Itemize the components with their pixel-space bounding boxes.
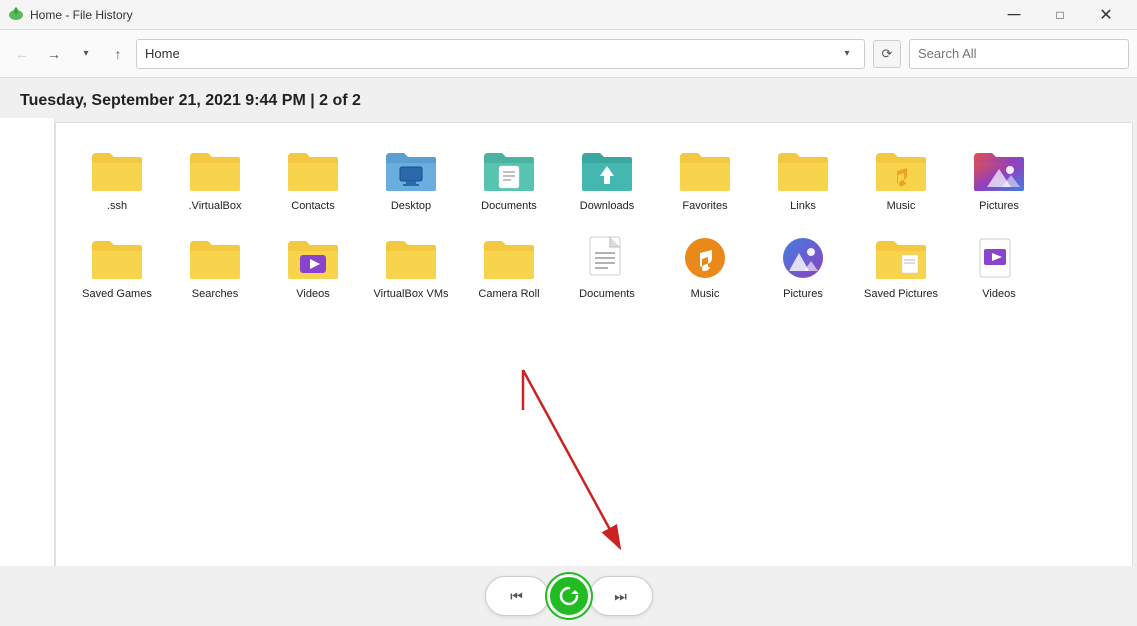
playback-controls: ⏮: [485, 576, 549, 616]
date-heading-text: Tuesday, September 21, 2021 9:44 PM | 2 …: [20, 92, 361, 109]
file-name: Links: [790, 199, 816, 213]
file-name: Saved Pictures: [864, 287, 938, 301]
list-item[interactable]: .ssh: [72, 139, 162, 219]
address-dropdown-button[interactable]: ▾: [838, 45, 856, 63]
file-name: Favorites: [682, 199, 727, 213]
list-item[interactable]: Camera Roll: [464, 227, 554, 307]
folder-camera-icon: [479, 233, 539, 283]
list-item[interactable]: Documents: [464, 139, 554, 219]
restore-button[interactable]: [547, 574, 591, 618]
back-button[interactable]: ←: [8, 40, 36, 68]
file-name: Pictures: [979, 199, 1019, 213]
list-item[interactable]: Contacts: [268, 139, 358, 219]
next-button[interactable]: ⏭: [606, 581, 636, 611]
file-name: Downloads: [580, 199, 634, 213]
file-name: Contacts: [291, 199, 334, 213]
file-name: Documents: [481, 199, 537, 213]
close-button[interactable]: ✕: [1083, 0, 1129, 30]
recent-locations-button[interactable]: ▾: [72, 40, 100, 68]
list-item[interactable]: VirtualBox VMs: [366, 227, 456, 307]
file-music-icon: [675, 233, 735, 283]
list-item[interactable]: Searches: [170, 227, 260, 307]
file-name: .VirtualBox: [189, 199, 242, 213]
folder-documents-icon: [479, 145, 539, 195]
list-item[interactable]: Downloads: [562, 139, 652, 219]
file-name: Music: [887, 199, 916, 213]
minimize-button[interactable]: ─: [991, 0, 1037, 30]
prev-button[interactable]: ⏮: [502, 581, 532, 611]
file-name: Desktop: [391, 199, 431, 213]
maximize-button[interactable]: □: [1037, 0, 1083, 30]
folder-icon: [381, 233, 441, 283]
file-name: Documents: [579, 287, 635, 301]
file-pictures-icon: [773, 233, 833, 283]
file-videos-icon: [969, 233, 1029, 283]
date-heading: Tuesday, September 21, 2021 9:44 PM | 2 …: [0, 78, 1137, 118]
forward-button[interactable]: →: [40, 40, 68, 68]
search-input[interactable]: [909, 39, 1129, 69]
sidebar: [0, 118, 55, 626]
folder-saved-pictures-icon: [871, 233, 931, 283]
refresh-button[interactable]: ⟳: [873, 40, 901, 68]
folder-pictures-icon: [969, 145, 1029, 195]
up-button[interactable]: ↑: [104, 40, 132, 68]
file-grid: .ssh .VirtualBox: [72, 139, 1116, 308]
playback-controls-right: ⏭: [589, 576, 653, 616]
file-name: Music: [691, 287, 720, 301]
folder-icon: [773, 145, 833, 195]
file-name: Camera Roll: [478, 287, 539, 301]
page-wrapper: Home - File History ─ □ ✕ ← → ▾ ↑ Home ▾…: [0, 0, 1137, 626]
file-name: Videos: [982, 287, 1015, 301]
app-icon: [8, 5, 24, 24]
address-text: Home: [145, 46, 838, 61]
file-name: Videos: [296, 287, 329, 301]
file-name: VirtualBox VMs: [374, 287, 449, 301]
playback-bar: ⏮ ⏭: [0, 566, 1137, 626]
list-item[interactable]: Pictures: [954, 139, 1044, 219]
file-name: Searches: [192, 287, 238, 301]
folder-icon: [87, 233, 147, 283]
folder-videos-icon: [283, 233, 343, 283]
file-name: .ssh: [107, 199, 127, 213]
folder-icon: [185, 233, 245, 283]
content-area: Tuesday, September 21, 2021 9:44 PM | 2 …: [0, 78, 1137, 626]
nav-bar: ← → ▾ ↑ Home ▾ ⟳: [0, 30, 1137, 78]
folder-icon: [283, 145, 343, 195]
file-name: Saved Games: [82, 287, 152, 301]
main-flex: .ssh .VirtualBox: [0, 118, 1137, 626]
folder-icon: [675, 145, 735, 195]
title-bar-text: Home - File History: [30, 8, 133, 22]
list-item[interactable]: Music: [856, 139, 946, 219]
folder-downloads-icon: [577, 145, 637, 195]
folder-icon: [87, 145, 147, 195]
folder-icon: [185, 145, 245, 195]
list-item[interactable]: .VirtualBox: [170, 139, 260, 219]
list-item[interactable]: Music: [660, 227, 750, 307]
file-view[interactable]: .ssh .VirtualBox: [55, 122, 1133, 622]
file-documents-icon: [577, 233, 637, 283]
list-item[interactable]: Links: [758, 139, 848, 219]
list-item[interactable]: Videos: [268, 227, 358, 307]
list-item[interactable]: Favorites: [660, 139, 750, 219]
address-bar: Home ▾: [136, 39, 865, 69]
title-bar: Home - File History ─ □ ✕: [0, 0, 1137, 30]
list-item[interactable]: Saved Games: [72, 227, 162, 307]
list-item[interactable]: Documents: [562, 227, 652, 307]
file-name: Pictures: [783, 287, 823, 301]
list-item[interactable]: Pictures: [758, 227, 848, 307]
folder-desktop-icon: [381, 145, 441, 195]
list-item[interactable]: Desktop: [366, 139, 456, 219]
folder-music-icon: [871, 145, 931, 195]
list-item[interactable]: Saved Pictures: [856, 227, 946, 307]
list-item[interactable]: Videos: [954, 227, 1044, 307]
